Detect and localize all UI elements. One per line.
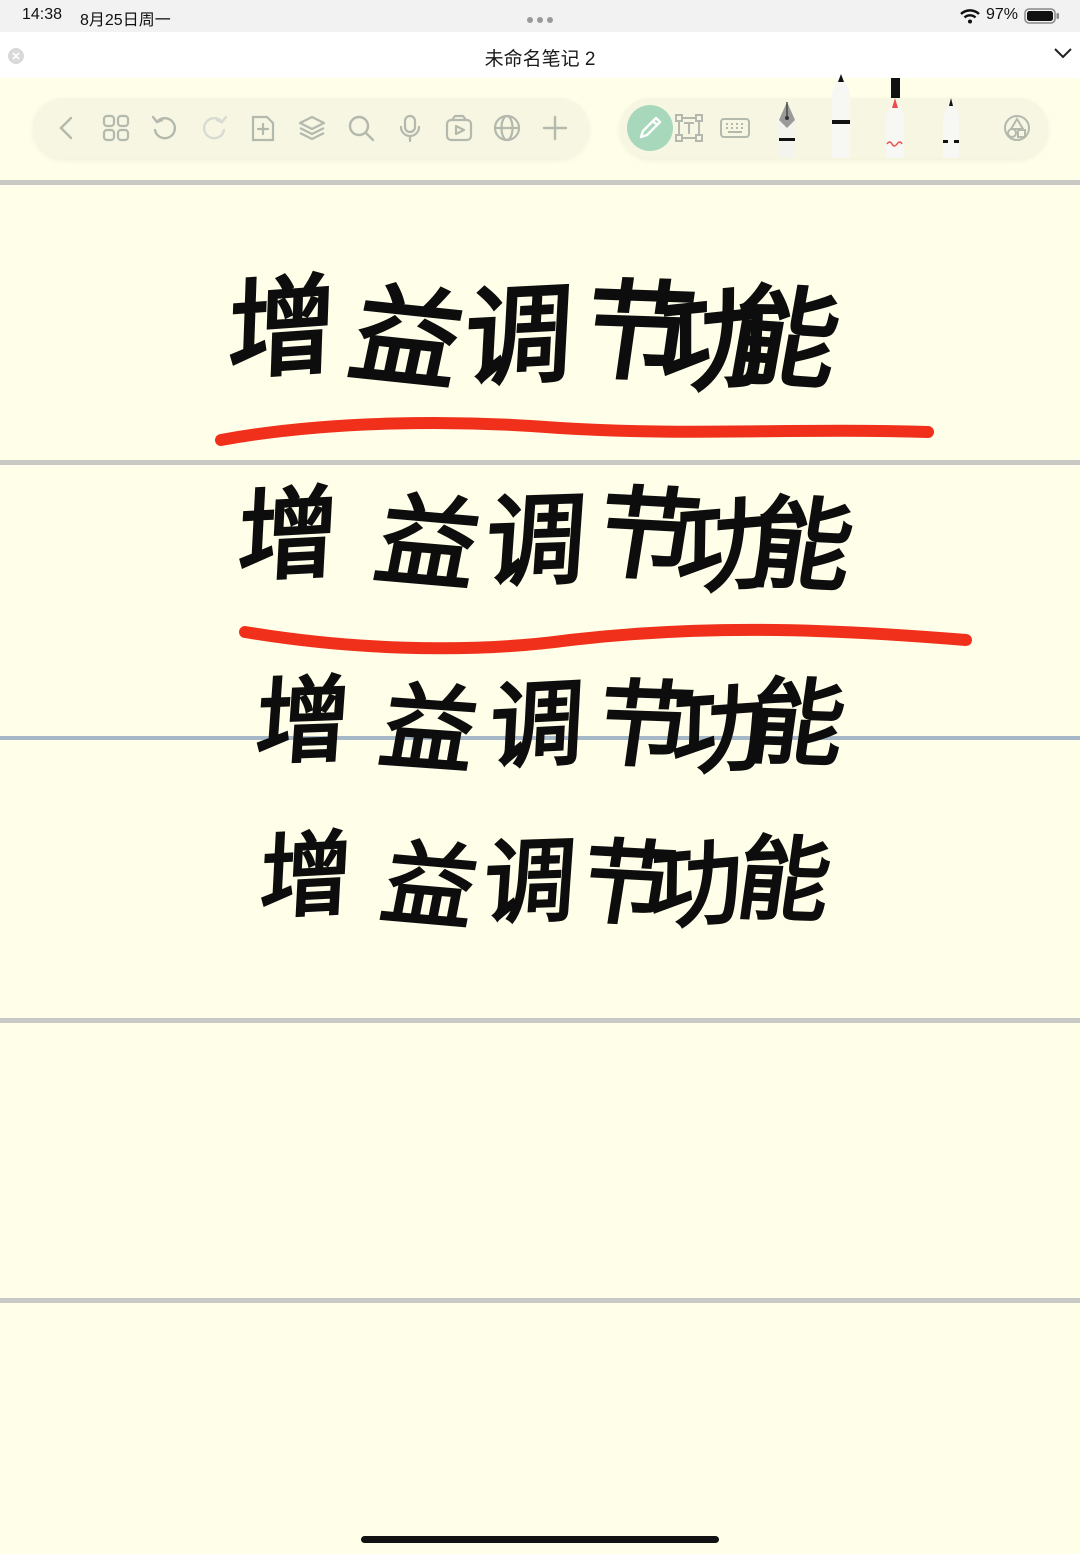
home-indicator[interactable] bbox=[361, 1536, 719, 1543]
underline-strokes bbox=[215, 417, 972, 655]
underline-stroke-1 bbox=[215, 417, 934, 446]
underline-stroke-2 bbox=[239, 623, 972, 655]
